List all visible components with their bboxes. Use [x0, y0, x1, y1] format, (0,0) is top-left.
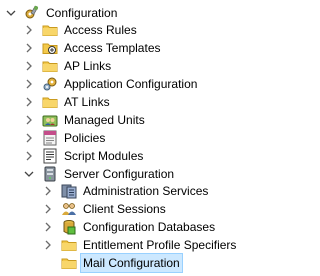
chevron-right-icon[interactable] [24, 93, 34, 111]
tree-node-label: Access Rules [64, 23, 137, 37]
tree-node-client-sessions[interactable]: Client Sessions [43, 200, 168, 218]
administration-services-icon [61, 183, 77, 199]
tree-node-configuration-databases[interactable]: Configuration Databases [43, 218, 217, 236]
chevron-right-icon[interactable] [24, 147, 34, 165]
folder-icon [42, 22, 58, 38]
tree-node-script-modules[interactable]: Script Modules [24, 147, 145, 165]
chevron-right-icon[interactable] [24, 111, 34, 129]
tree-node-label: Policies [64, 131, 106, 145]
policies-icon [42, 130, 58, 146]
tree-node-label: Client Sessions [83, 202, 166, 216]
folder-icon [42, 94, 58, 110]
tree-node-access-rules[interactable]: Access Rules [24, 21, 139, 39]
chevron-right-icon[interactable] [43, 200, 53, 218]
chevron-right-icon[interactable] [24, 129, 34, 147]
tree-node-label: Server Configuration [64, 167, 175, 181]
tree-node-label: Application Configuration [64, 77, 198, 91]
access-templates-icon [42, 40, 58, 56]
tree-node-label: AT Links [64, 95, 110, 109]
chevron-right-icon[interactable] [43, 236, 53, 254]
chevron-right-icon[interactable] [24, 57, 34, 75]
chevron-right-icon[interactable] [24, 75, 34, 93]
tree-node-managed-units[interactable]: Managed Units [24, 111, 147, 129]
folder-icon [61, 237, 77, 253]
tree-node-access-templates[interactable]: Access Templates [24, 39, 163, 57]
folder-icon [42, 58, 58, 74]
configuration-tree: Configuration Access Rules Access Templa… [0, 0, 309, 276]
server-configuration-icon [42, 166, 58, 182]
tree-node-application-configuration[interactable]: Application Configuration [24, 75, 199, 93]
chevron-right-icon[interactable] [24, 21, 34, 39]
configuration-databases-icon [61, 219, 77, 235]
configuration-icon [24, 5, 40, 21]
managed-units-icon [42, 112, 58, 128]
tree-node-policies[interactable]: Policies [24, 129, 107, 147]
tree-node-label: AP Links [64, 59, 112, 73]
application-configuration-icon [42, 76, 58, 92]
tree-node-ap-links[interactable]: AP Links [24, 57, 113, 75]
chevron-right-icon[interactable] [43, 182, 53, 200]
tree-node-server-configuration[interactable]: Server Configuration [24, 165, 176, 183]
script-modules-icon [42, 148, 58, 164]
tree-node-administration-services[interactable]: Administration Services [43, 182, 210, 200]
tree-node-label: Managed Units [64, 113, 145, 127]
tree-node-label: Mail Configuration [80, 253, 183, 273]
tree-node-label: Script Modules [64, 149, 144, 163]
tree-node-configuration[interactable]: Configuration [6, 4, 119, 22]
chevron-right-icon[interactable] [24, 39, 34, 57]
tree-node-label: Entitlement Profile Specifiers [83, 238, 237, 252]
chevron-down-icon[interactable] [24, 165, 34, 183]
tree-node-entitlement-profile-specifiers[interactable]: Entitlement Profile Specifiers [43, 236, 238, 254]
chevron-right-icon[interactable] [43, 218, 53, 236]
tree-node-label: Access Templates [64, 41, 161, 55]
tree-node-label: Configuration [46, 6, 118, 20]
chevron-down-icon[interactable] [6, 4, 16, 22]
tree-node-label: Administration Services [83, 184, 209, 198]
folder-icon [61, 255, 77, 271]
client-sessions-icon [61, 201, 77, 217]
tree-node-label: Configuration Databases [83, 220, 216, 234]
tree-node-at-links[interactable]: AT Links [24, 93, 112, 111]
tree-node-mail-configuration[interactable]: Mail Configuration [43, 253, 183, 273]
